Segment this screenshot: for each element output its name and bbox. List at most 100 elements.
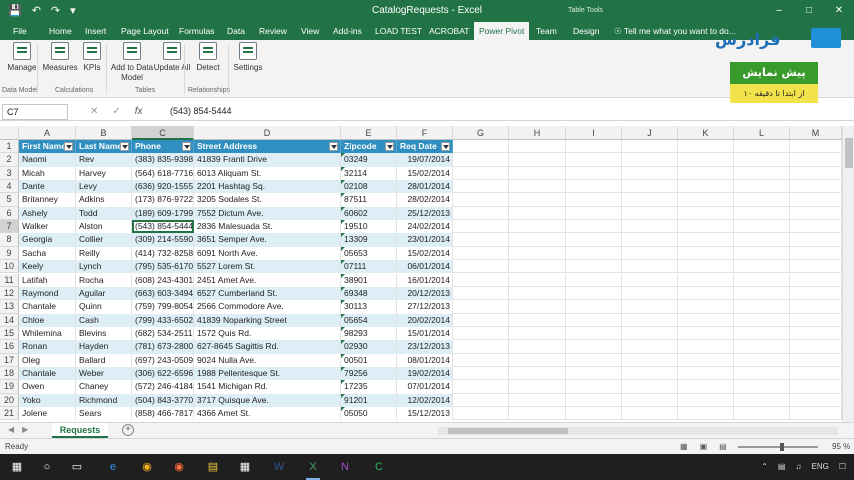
empty-cell[interactable] [509, 233, 566, 247]
table-cell[interactable]: Weber [76, 366, 132, 381]
horizontal-scrollbar[interactable] [438, 427, 838, 435]
empty-cell[interactable] [453, 140, 509, 154]
table-cell[interactable]: 20/12/2013 [397, 286, 453, 301]
table-cell[interactable]: 2836 Malesuada St. [194, 220, 341, 234]
language-indicator[interactable]: ENG [811, 462, 828, 471]
table-cell[interactable]: (189) 609-1799 [132, 206, 194, 221]
chrome-icon[interactable]: ◉ [138, 458, 156, 476]
empty-cell[interactable] [678, 286, 734, 301]
column-header-d[interactable]: D [194, 126, 341, 140]
empty-cell[interactable] [734, 140, 790, 154]
tab-power-pivot[interactable]: Power Pivot [474, 22, 530, 40]
empty-cell[interactable] [678, 193, 734, 207]
tab-load-test[interactable]: LOAD TEST [370, 22, 427, 40]
table-cell[interactable]: (682) 534-2511 [132, 326, 194, 341]
tab-formulas[interactable]: Formulas [174, 22, 219, 40]
table-cell[interactable]: Richmond [76, 393, 132, 407]
table-cell[interactable]: Levy [76, 180, 132, 194]
table-cell[interactable]: 6527 Cumberland St. [194, 286, 341, 301]
empty-cell[interactable] [453, 180, 509, 194]
zoom-level[interactable]: 95 % [832, 442, 850, 451]
table-cell[interactable]: Ronan [19, 340, 76, 354]
empty-cell[interactable] [453, 273, 509, 287]
table-cell[interactable]: 08/01/2014 [397, 353, 453, 367]
column-header-e[interactable]: E [341, 126, 397, 140]
empty-cell[interactable] [790, 326, 842, 341]
empty-cell[interactable] [566, 393, 622, 407]
empty-cell[interactable] [734, 313, 790, 327]
table-cell[interactable]: 28/01/2014 [397, 180, 453, 194]
empty-cell[interactable] [453, 353, 509, 367]
empty-cell[interactable] [453, 286, 509, 301]
table-cell[interactable]: (306) 622-6596 [132, 366, 194, 381]
empty-cell[interactable] [622, 300, 678, 314]
table-cell[interactable]: Blevins [76, 326, 132, 341]
empty-cell[interactable] [566, 153, 622, 167]
table-cell[interactable]: 1541 Michigan Rd. [194, 380, 341, 394]
table-cell[interactable]: 03249 [341, 153, 397, 167]
row-header[interactable]: 7 [0, 220, 19, 234]
table-cell[interactable]: 91201 [341, 393, 397, 407]
row-header[interactable]: 16 [0, 340, 19, 354]
table-cell[interactable]: Micah [19, 166, 76, 181]
empty-cell[interactable] [509, 193, 566, 207]
column-header-j[interactable]: J [622, 126, 678, 140]
table-cell[interactable]: (663) 603-3494 [132, 286, 194, 301]
table-cell[interactable]: 60602 [341, 206, 397, 221]
empty-cell[interactable] [509, 300, 566, 314]
zoom-slider-knob[interactable] [780, 443, 784, 451]
empty-cell[interactable] [453, 153, 509, 167]
sheet-tab-requests[interactable]: Requests [52, 423, 108, 438]
add-sheet-button[interactable]: + [122, 424, 134, 436]
empty-cell[interactable] [790, 193, 842, 207]
table-cell[interactable]: (795) 535-6170 [132, 260, 194, 274]
column-header-f[interactable]: F [397, 126, 453, 140]
edge-icon[interactable]: e [104, 458, 122, 476]
empty-cell[interactable] [622, 246, 678, 261]
empty-cell[interactable] [453, 166, 509, 181]
windows-start-icon[interactable]: ▦ [8, 458, 26, 476]
search-icon[interactable]: ○ [38, 458, 56, 476]
table-cell[interactable]: 1572 Quis Rd. [194, 326, 341, 341]
empty-cell[interactable] [790, 407, 842, 421]
table-cell[interactable]: 15/02/2014 [397, 246, 453, 261]
empty-cell[interactable] [790, 260, 842, 274]
table-cell[interactable]: 6013 Aliquam St. [194, 166, 341, 181]
close-button[interactable]: ✕ [824, 0, 854, 22]
empty-cell[interactable] [678, 166, 734, 181]
row-header[interactable]: 13 [0, 300, 19, 314]
empty-cell[interactable] [509, 393, 566, 407]
sheet-nav-arrows[interactable]: ◀▶ [8, 425, 36, 434]
table-header-cell[interactable]: Req Date [397, 140, 453, 154]
table-cell[interactable]: (608) 243-4301 [132, 273, 194, 287]
empty-cell[interactable] [734, 260, 790, 274]
table-cell[interactable]: Aguilar [76, 286, 132, 301]
row-header[interactable]: 9 [0, 246, 19, 261]
column-header-m[interactable]: M [790, 126, 842, 140]
empty-cell[interactable] [678, 340, 734, 354]
row-header[interactable]: 12 [0, 286, 19, 301]
empty-cell[interactable] [734, 340, 790, 354]
table-cell[interactable]: Chloe [19, 313, 76, 327]
row-header[interactable]: 4 [0, 180, 19, 194]
empty-cell[interactable] [678, 380, 734, 394]
table-cell[interactable]: 3205 Sodales St. [194, 193, 341, 207]
table-cell[interactable]: 87511 [341, 193, 397, 207]
column-header-a[interactable]: A [19, 126, 76, 140]
network-icon[interactable]: ▤ [778, 462, 786, 471]
table-cell[interactable]: (383) 835-9398 [132, 153, 194, 167]
empty-cell[interactable] [734, 366, 790, 381]
minimize-button[interactable]: – [764, 0, 794, 22]
row-header[interactable]: 18 [0, 366, 19, 381]
table-cell[interactable]: Collier [76, 233, 132, 247]
table-cell[interactable]: Jolene [19, 407, 76, 421]
settings-button[interactable]: Settings [226, 42, 270, 73]
table-header-cell[interactable]: Zipcode [341, 140, 397, 154]
table-cell[interactable]: Chantale [19, 366, 76, 381]
empty-cell[interactable] [622, 393, 678, 407]
table-cell[interactable]: 79256 [341, 366, 397, 381]
table-cell[interactable]: Ashely [19, 206, 76, 221]
empty-cell[interactable] [509, 273, 566, 287]
row-header[interactable]: 6 [0, 206, 19, 221]
row-header[interactable]: 2 [0, 153, 19, 167]
